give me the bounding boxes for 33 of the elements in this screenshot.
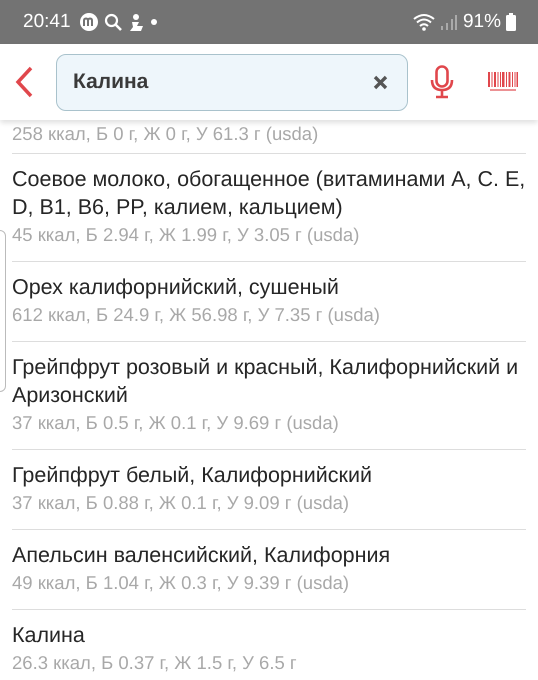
nutrition-text: 45 ккал, Б 2.94 г, Ж 1.99 г, У 3.05 г (usda) (12, 223, 360, 247)
nutrition-text: 26.3 ккал, Б 0.37 г, Ж 1.5 г, У 6.5 г (12, 651, 298, 675)
back-icon[interactable] (14, 66, 34, 98)
food-item[interactable]: Грейпфрут розовый и красный, Калифорнийский и Аризонский 37 ккал, Б 0.5 г, Ж 0.1 г, У 9.69 г (usda) (12, 342, 526, 450)
food-item[interactable]: Апельсин валенсийский, Калифорния 49 ккал, Б 1.04 г, Ж 0.3 г, У 9.39 г (usda) (12, 530, 526, 610)
food-name: Грейпфрут белый, Калифорнийский (12, 462, 373, 489)
nutrition-text: 258 ккал, Б 0 г, Ж 0 г, У 61.3 г (usda) (12, 122, 320, 146)
nutrition-text: 49 ккал, Б 1.04 г, Ж 0.3 г, У 9.39 г (usda) (12, 571, 350, 595)
nutrition-text: 37 ккал, Б 0.5 г, Ж 0.1 г, У 9.69 г (usda) (12, 411, 340, 435)
figure-icon (128, 12, 146, 32)
dot-icon (150, 19, 157, 25)
food-item[interactable]: Калина 26.3 ккал, Б 0.37 г, Ж 1.5 г, У 6.5 г (12, 610, 526, 680)
food-name: Калина (12, 622, 86, 649)
search-field[interactable]: Калина (56, 54, 408, 110)
clear-icon[interactable] (373, 74, 388, 90)
battery-icon (506, 13, 516, 31)
signal-icon (440, 13, 458, 31)
nutrition-text: 612 ккал, Б 24.9 г, Ж 56.98 г, У 7.35 г (usda) (12, 303, 381, 327)
food-name: Грейпфрут розовый и красный, Калифорнийский и Аризонский (12, 354, 520, 409)
food-item[interactable]: Грейпфрут белый, Калифорнийский 37 ккал, Б 0.88 г, Ж 0.1 г, У 9.09 г (usda) (12, 450, 526, 530)
microphone-icon[interactable] (430, 65, 454, 99)
food-name: Орех калифорнийский, сушеный (12, 274, 340, 301)
food-item[interactable]: Орех калифорнийский, сушеный 612 ккал, Б 24.9 г, Ж 56.98 г, У 7.35 г (usda) (12, 262, 526, 342)
food-name: Соевое молоко, обогащенное (витаминами A, C. E, D, B1, B6, PP, калием, кальцием) (12, 166, 526, 221)
battery-percent: 91% (462, 11, 501, 33)
status-time: 20:41 (23, 11, 71, 33)
barcode-icon[interactable] (488, 70, 518, 94)
wifi-icon (412, 13, 435, 31)
food-item[interactable]: Соевое молоко, обогащенное (витаминами A, C. E, D, B1, B6, PP, калием, кальцием) 45 ккал, Б 2.94 г, Ж 1.99 г, У 3.05 г (usda) (12, 154, 526, 262)
food-name: Апельсин валенсийский, Калифорния (12, 542, 392, 569)
app-notification-icon (78, 12, 99, 32)
nutrition-text: 37 ккал, Б 0.88 г, Ж 0.1 г, У 9.09 г (usda) (12, 491, 350, 515)
search-icon (104, 12, 123, 32)
